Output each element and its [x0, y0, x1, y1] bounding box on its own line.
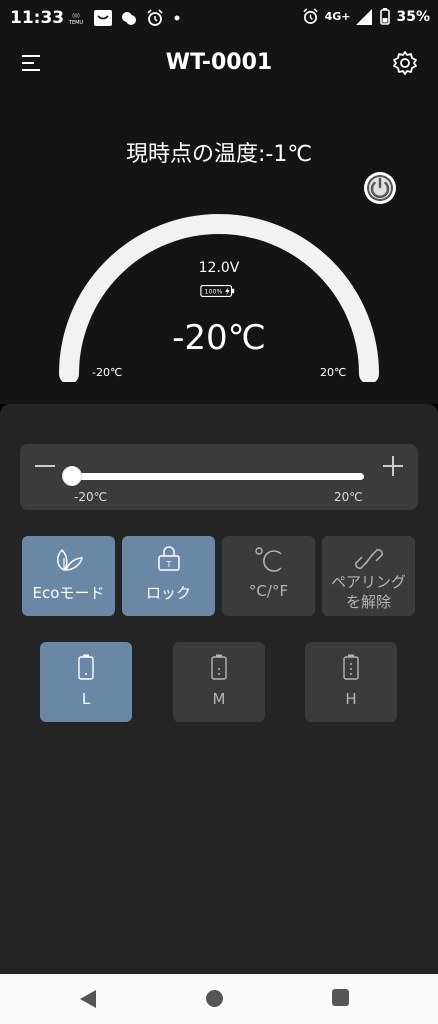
- battery-low-icon: [78, 654, 94, 680]
- mode-buttons: Ecoモード T ロック °C/°F ペアリング を解除: [22, 536, 416, 616]
- dot-icon: [174, 15, 180, 21]
- battery-status-icon: [380, 8, 391, 25]
- set-temperature: -20℃: [172, 318, 266, 358]
- battery-percent: 35%: [396, 8, 430, 25]
- size-m-label: M: [212, 690, 226, 708]
- unpair-label: ペアリング を解除: [330, 573, 406, 611]
- battery-level-icon: 100%: [200, 285, 235, 297]
- slider-max-label: 20℃: [334, 490, 363, 504]
- signal-icon: [356, 8, 373, 25]
- weather-icon: [122, 12, 136, 25]
- svg-text:TEMU: TEMU: [68, 20, 84, 26]
- lock-label: ロック: [145, 584, 191, 602]
- eco-mode-label: Ecoモード: [32, 584, 105, 602]
- minus-icon[interactable]: [34, 455, 56, 477]
- lock-icon: T: [157, 546, 180, 571]
- control-panel: -20℃ 20℃ Ecoモード T ロック °C/°F ペアリング を解除 L M: [0, 404, 438, 974]
- slider-thumb[interactable]: [62, 466, 82, 486]
- slider-track[interactable]: [72, 473, 364, 480]
- gear-icon[interactable]: [392, 50, 418, 76]
- plus-icon[interactable]: [382, 455, 404, 477]
- mail-icon: [94, 10, 112, 26]
- size-buttons: L M H: [40, 642, 400, 722]
- svg-text:◊◊◊: ◊◊◊: [72, 12, 80, 19]
- celsius-icon: [254, 547, 282, 572]
- unit-toggle-button[interactable]: °C/°F: [222, 536, 315, 616]
- status-bar: 11:33 ◊◊◊ TEMU 4G+ 35%: [0, 0, 438, 36]
- svg-text:100%: 100%: [204, 289, 222, 296]
- system-icons: 4G+ 35%: [302, 8, 430, 25]
- temperature-display: 現時点の温度:-1℃ 12.0V 100% -20℃ -20℃ 20℃: [0, 92, 438, 404]
- battery-mid-icon: [211, 654, 227, 680]
- network-type: 4G+: [324, 10, 351, 23]
- alarm-icon: [302, 8, 318, 24]
- temperature-slider-card: -20℃ 20℃: [20, 444, 418, 510]
- voltage-reading: 12.0V: [198, 260, 240, 276]
- temu-icon: ◊◊◊TEMU: [66, 10, 86, 26]
- gauge-max-label: 20℃: [320, 366, 347, 379]
- status-time: 11:33: [10, 8, 65, 28]
- size-l-label: L: [81, 690, 91, 708]
- size-h-label: H: [345, 690, 357, 708]
- unit-toggle-label: °C/°F: [248, 582, 289, 600]
- gauge-min-label: -20℃: [92, 366, 123, 379]
- unpair-button[interactable]: ペアリング を解除: [322, 536, 415, 616]
- current-temperature: 現時点の温度:-1℃: [125, 142, 313, 167]
- app-header: WT-0001: [0, 36, 438, 92]
- recents-icon[interactable]: [332, 989, 349, 1006]
- svg-text:T: T: [165, 560, 171, 569]
- unlink-icon: [354, 549, 383, 569]
- home-icon[interactable]: [206, 990, 223, 1007]
- size-h-button[interactable]: H: [305, 642, 397, 722]
- leaf-icon: [56, 548, 83, 571]
- slider-min-label: -20℃: [74, 490, 108, 504]
- notification-icons: ◊◊◊ TEMU: [66, 9, 182, 27]
- eco-mode-button[interactable]: Ecoモード: [22, 536, 115, 616]
- battery-high-icon: [343, 654, 359, 680]
- size-m-button[interactable]: M: [173, 642, 265, 722]
- back-icon[interactable]: [79, 989, 97, 1009]
- page-title: WT-0001: [165, 50, 273, 75]
- lock-button[interactable]: T ロック: [122, 536, 215, 616]
- alarm-icon: [147, 9, 163, 26]
- size-l-button[interactable]: L: [40, 642, 132, 722]
- power-icon[interactable]: [362, 170, 398, 206]
- system-nav-bar: [0, 974, 438, 1024]
